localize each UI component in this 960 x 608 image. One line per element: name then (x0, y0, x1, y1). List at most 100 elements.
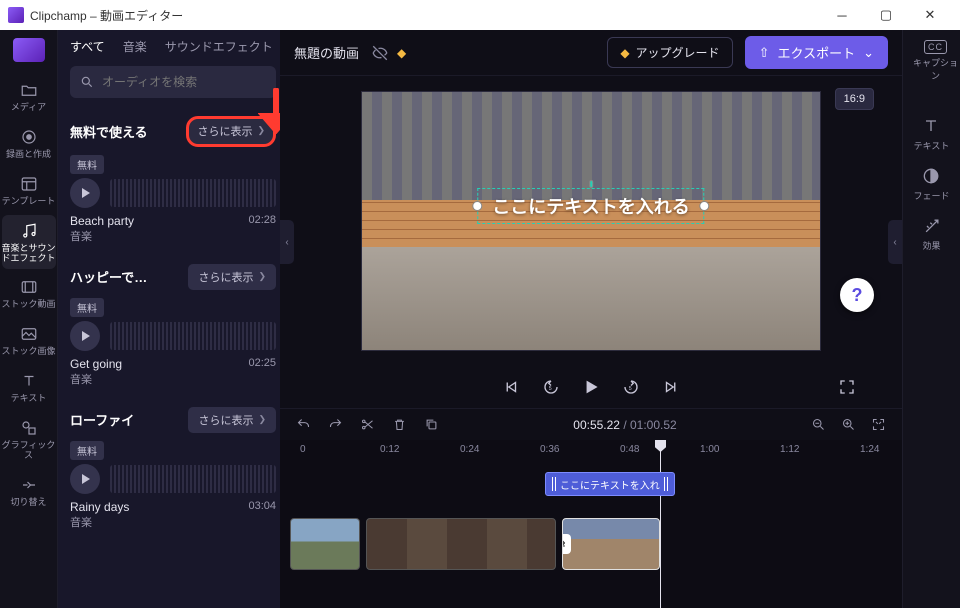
forward-5-button[interactable]: 5 (620, 376, 642, 398)
hide-icon[interactable] (371, 44, 389, 62)
folder-icon (19, 80, 39, 100)
audio-track[interactable]: 無料 Rainy days 音楽 03:04 (70, 441, 276, 530)
duplicate-button[interactable] (422, 416, 440, 434)
ruler-tick: 1:00 (700, 444, 719, 455)
video-clip[interactable] (366, 518, 556, 570)
window-close-button[interactable]: ✕ (908, 0, 952, 30)
section-title: ハッピーで… (70, 267, 147, 286)
nav-template[interactable]: テンプレート (2, 168, 56, 213)
undo-button[interactable] (294, 416, 312, 434)
timeline[interactable]: 0 0:12 0:24 0:36 0:48 1:00 1:12 1:24 ここに… (280, 440, 902, 608)
caption-label: キャプション (911, 56, 960, 82)
export-label: エクスポート (777, 43, 855, 62)
preview-stage: 16:9 ここにテキストを入れる ? (280, 76, 902, 366)
nav-label: グラフィックス (2, 441, 56, 461)
nav-transition[interactable]: 切り替え (2, 469, 56, 514)
playhead[interactable] (660, 440, 661, 608)
ruler-tick: 1:12 (780, 444, 799, 455)
text-lane[interactable]: ここにテキストを入れ (290, 468, 902, 506)
timeline-ruler[interactable]: 0 0:12 0:24 0:36 0:48 1:00 1:12 1:24 (290, 440, 902, 462)
document-title[interactable]: 無題の動画 (294, 43, 359, 62)
redo-button[interactable] (326, 416, 344, 434)
music-note-icon (19, 221, 39, 241)
resize-handle-top[interactable] (589, 180, 593, 188)
zoom-in-button[interactable] (840, 416, 858, 434)
transition-handle-button[interactable]: ⇄ (562, 534, 571, 554)
more-button[interactable]: さらに表示 ❯ (188, 407, 276, 433)
prop-text[interactable]: テキスト (914, 116, 950, 152)
track-duration: 02:25 (248, 357, 276, 387)
skip-end-button[interactable] (660, 376, 682, 398)
tab-sfx[interactable]: サウンドエフェクト (165, 40, 273, 56)
video-canvas[interactable]: ここにテキストを入れる (361, 91, 821, 351)
audio-track[interactable]: 無料 Beach party 音楽 02:28 (70, 155, 276, 244)
search-input[interactable] (102, 75, 266, 89)
resize-handle-right[interactable] (700, 201, 710, 211)
rewind-5-button[interactable]: 5 (540, 376, 562, 398)
clip-grip-icon[interactable] (664, 477, 668, 491)
side-nav: メディア 録画と作成 テンプレート 音楽とサウンドエフェクト ストック動画 スト… (0, 30, 58, 608)
ruler-tick: 1:24 (860, 444, 879, 455)
audio-track[interactable]: 無料 Get going 音楽 02:25 (70, 298, 276, 387)
brand-icon (13, 38, 45, 62)
clip-grip-icon[interactable] (552, 477, 556, 491)
ruler-tick: 0 (300, 444, 306, 455)
prop-fade[interactable]: フェード (913, 166, 949, 202)
play-button[interactable] (70, 321, 100, 351)
more-label: さらに表示 (197, 123, 252, 139)
upgrade-button[interactable]: ◆ アップグレード (607, 37, 732, 68)
nav-label: 音楽とサウンドエフェクト (2, 244, 56, 264)
delete-button[interactable] (390, 416, 408, 434)
nav-label: 切り替え (10, 498, 46, 508)
nav-stock-video[interactable]: ストック動画 (2, 271, 56, 316)
resize-handle-left[interactable] (472, 201, 482, 211)
video-clip[interactable]: ⇄ (562, 518, 660, 570)
text-overlay[interactable]: ここにテキストを入れる (477, 188, 704, 224)
nav-music[interactable]: 音楽とサウンドエフェクト (2, 215, 56, 270)
split-button[interactable] (358, 416, 376, 434)
upload-icon: ⇧ (759, 45, 770, 61)
track-duration: 03:04 (248, 500, 276, 530)
video-clip[interactable] (290, 518, 360, 570)
help-button[interactable]: ? (840, 278, 874, 312)
text-clip[interactable]: ここにテキストを入れ (545, 472, 675, 496)
more-button-highlighted[interactable]: さらに表示 ❯ (186, 116, 276, 147)
prop-effects[interactable]: 効果 (922, 216, 942, 252)
text-overlay-content: ここにテキストを入れる (492, 197, 689, 217)
more-button[interactable]: さらに表示 ❯ (188, 264, 276, 290)
text-icon (19, 371, 39, 391)
play-button[interactable] (70, 178, 100, 208)
aspect-ratio-chip[interactable]: 16:9 (835, 88, 874, 110)
more-label: さらに表示 (198, 412, 253, 428)
export-button[interactable]: ⇧ エクスポート ⌄ (745, 36, 888, 69)
track-genre: 音楽 (70, 371, 122, 387)
nav-label: メディア (11, 103, 46, 113)
nav-record[interactable]: 録画と作成 (2, 121, 56, 166)
zoom-fit-button[interactable] (870, 416, 888, 434)
video-lane[interactable]: ⇄ (290, 512, 902, 570)
search-input-wrap[interactable] (70, 66, 276, 98)
zoom-out-button[interactable] (810, 416, 828, 434)
waveform-icon (110, 465, 276, 493)
tab-all[interactable]: すべて (70, 40, 105, 56)
skip-start-button[interactable] (500, 376, 522, 398)
window-minimize-button[interactable]: ─ (820, 0, 864, 30)
app-logo-icon (8, 7, 24, 23)
play-button[interactable] (70, 464, 100, 494)
diamond-icon: ◆ (397, 46, 406, 60)
title-bar: Clipchamp – 動画エディター ─ ▢ ✕ (0, 0, 960, 30)
nav-stock-image[interactable]: ストック画像 (2, 318, 56, 363)
track-name: Rainy days (70, 500, 129, 514)
fullscreen-button[interactable] (836, 376, 858, 398)
tab-music[interactable]: 音楽 (123, 40, 147, 56)
nav-graphics[interactable]: グラフィックス (2, 412, 56, 467)
track-name: Beach party (70, 214, 134, 228)
caption-button[interactable]: CC キャプション (911, 40, 960, 82)
play-button[interactable] (580, 376, 602, 398)
properties-rail: CC キャプション テキスト フェード 効果 (902, 30, 960, 608)
nav-text[interactable]: テキスト (2, 365, 56, 410)
window-maximize-button[interactable]: ▢ (864, 0, 908, 30)
window-title: Clipchamp – 動画エディター (30, 7, 183, 24)
upgrade-label: アップグレード (636, 44, 720, 61)
nav-media[interactable]: メディア (2, 74, 56, 119)
